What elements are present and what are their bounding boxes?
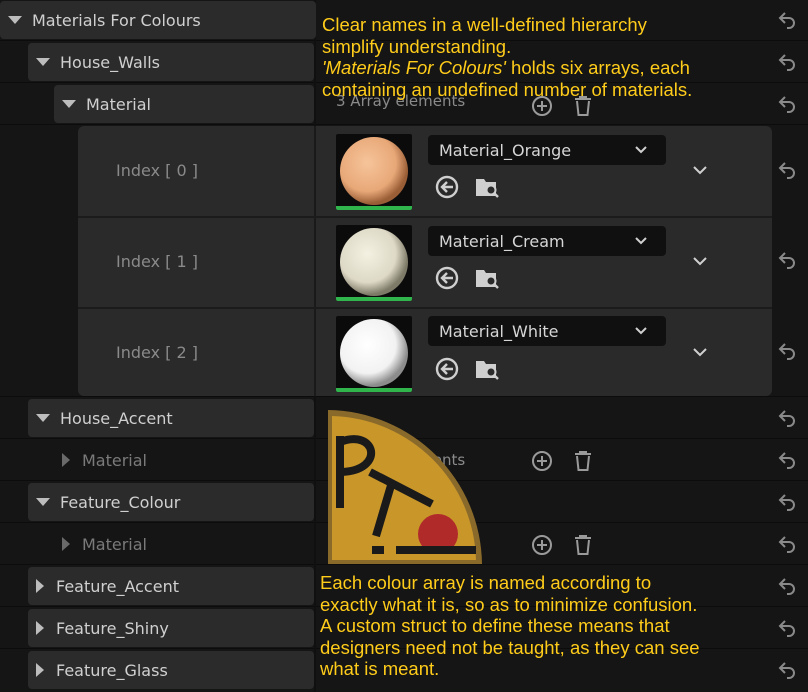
property-material[interactable]: Material [54,85,314,123]
annotation-line: A custom struct to define these means th… [320,615,670,636]
reset-arrow-icon[interactable] [776,617,798,639]
index-label: Index [ 2 ] [116,343,198,362]
annotation-bottom: Each colour array is named according to … [320,572,700,680]
annotation-line: 'Materials For Colours' holds six arrays… [322,57,692,79]
property-label: Material [86,94,151,114]
use-selected-icon[interactable] [434,356,460,382]
collapsed-arrow-icon[interactable] [36,621,44,635]
array-feature-accent[interactable]: Feature_Accent [28,567,314,605]
dropdown-value: Material_Orange [439,140,572,160]
collapsed-arrow-icon[interactable] [62,537,70,551]
sphere-preview [340,228,408,296]
reset-arrow-icon[interactable] [776,9,798,31]
thumbnail-underline [336,297,412,301]
category-materials-for-colours[interactable]: Materials For Colours [0,1,316,39]
thumbnail-underline [336,206,412,210]
material-thumbnail[interactable] [336,134,412,210]
array-feature-glass[interactable]: Feature_Glass [28,651,314,689]
collapsed-arrow-icon[interactable] [62,453,70,467]
chevron-down-icon [635,146,647,154]
reset-arrow-icon[interactable] [776,575,798,597]
reset-arrow-icon[interactable] [776,340,798,362]
array-label: Feature_Glass [56,660,168,680]
sphere-preview [340,137,408,205]
reset-arrow-icon[interactable] [776,449,798,471]
expand-arrow-icon[interactable] [62,100,76,108]
expand-arrow-icon[interactable] [36,58,50,66]
collapsed-arrow-icon[interactable] [36,663,44,677]
pt-logo [328,410,482,564]
dropdown-value: Material_White [439,321,559,341]
sphere-preview [340,319,408,387]
add-element-icon[interactable] [530,449,554,473]
property-label: Material [82,450,147,470]
array-label: House_Walls [60,52,160,72]
index-label: Index [ 1 ] [116,252,198,271]
annotation-line: designers need not be taught, as they ca… [320,636,700,658]
array-feature-colour[interactable]: Feature_Colour [28,483,314,521]
row-divider [0,564,808,565]
row-divider [0,396,808,397]
annotation-line: exactly what it is, so as to minimize co… [320,593,698,615]
array-house-walls[interactable]: House_Walls [28,43,314,81]
array-house-accent[interactable]: House_Accent [28,399,314,437]
entry-divider [78,216,772,218]
index-label: Index [ 0 ] [116,161,198,180]
add-element-icon[interactable] [530,533,554,557]
expand-arrow-icon[interactable] [36,414,50,422]
material-thumbnail[interactable] [336,225,412,301]
material-dropdown[interactable]: Material_White [428,316,666,346]
use-selected-icon[interactable] [434,265,460,291]
chevron-down-icon [635,327,647,335]
reset-arrow-icon[interactable] [776,533,798,555]
delete-icon[interactable] [572,533,594,557]
reset-arrow-icon[interactable] [776,249,798,271]
array-label: Feature_Shiny [56,618,169,638]
annotation-line: Each colour array is named according to [320,572,652,593]
property-material-collapsed[interactable]: Material [62,525,147,563]
array-feature-shiny[interactable]: Feature_Shiny [28,609,314,647]
expand-arrow-icon[interactable] [36,498,50,506]
entry-divider [78,307,772,309]
annotation-text: holds six arrays, each [505,57,690,78]
property-label: Material [82,534,147,554]
dropdown-value: Material_Cream [439,231,565,251]
reset-arrow-icon[interactable] [776,51,798,73]
use-selected-icon[interactable] [434,174,460,200]
browse-asset-icon[interactable] [474,174,500,200]
reset-arrow-icon[interactable] [776,407,798,429]
reset-arrow-icon[interactable] [776,659,798,681]
delete-icon[interactable] [572,449,594,473]
material-dropdown[interactable]: Material_Orange [428,135,666,165]
browse-asset-icon[interactable] [474,356,500,382]
array-label: Feature_Colour [60,492,181,512]
chevron-down-icon[interactable] [693,163,707,177]
annotation-line: what is meant. [320,658,440,679]
annotation-line: simplify understanding. [322,35,512,57]
array-label: Feature_Accent [56,576,179,596]
material-thumbnail[interactable] [336,316,412,392]
reset-arrow-icon[interactable] [776,491,798,513]
reset-arrow-icon[interactable] [776,93,798,115]
property-material-collapsed[interactable]: Material [62,441,147,479]
panel-divider [314,126,316,396]
array-label: House_Accent [60,408,173,428]
browse-asset-icon[interactable] [474,265,500,291]
chevron-down-icon[interactable] [693,345,707,359]
chevron-down-icon[interactable] [693,254,707,268]
annotation-line: containing an undefined number of materi… [322,78,693,100]
expand-arrow-icon[interactable] [8,16,22,24]
row-divider [0,124,808,125]
reset-arrow-icon[interactable] [776,159,798,181]
collapsed-arrow-icon[interactable] [36,579,44,593]
annotation-line: Clear names in a well-defined hierarchy [322,14,647,35]
annotation-italic: 'Materials For Colours' [322,57,506,78]
category-label: Materials For Colours [32,10,201,30]
annotation-top: Clear names in a well-defined hierarchy … [322,14,692,100]
thumbnail-underline [336,388,412,392]
material-dropdown[interactable]: Material_Cream [428,226,666,256]
chevron-down-icon [635,237,647,245]
